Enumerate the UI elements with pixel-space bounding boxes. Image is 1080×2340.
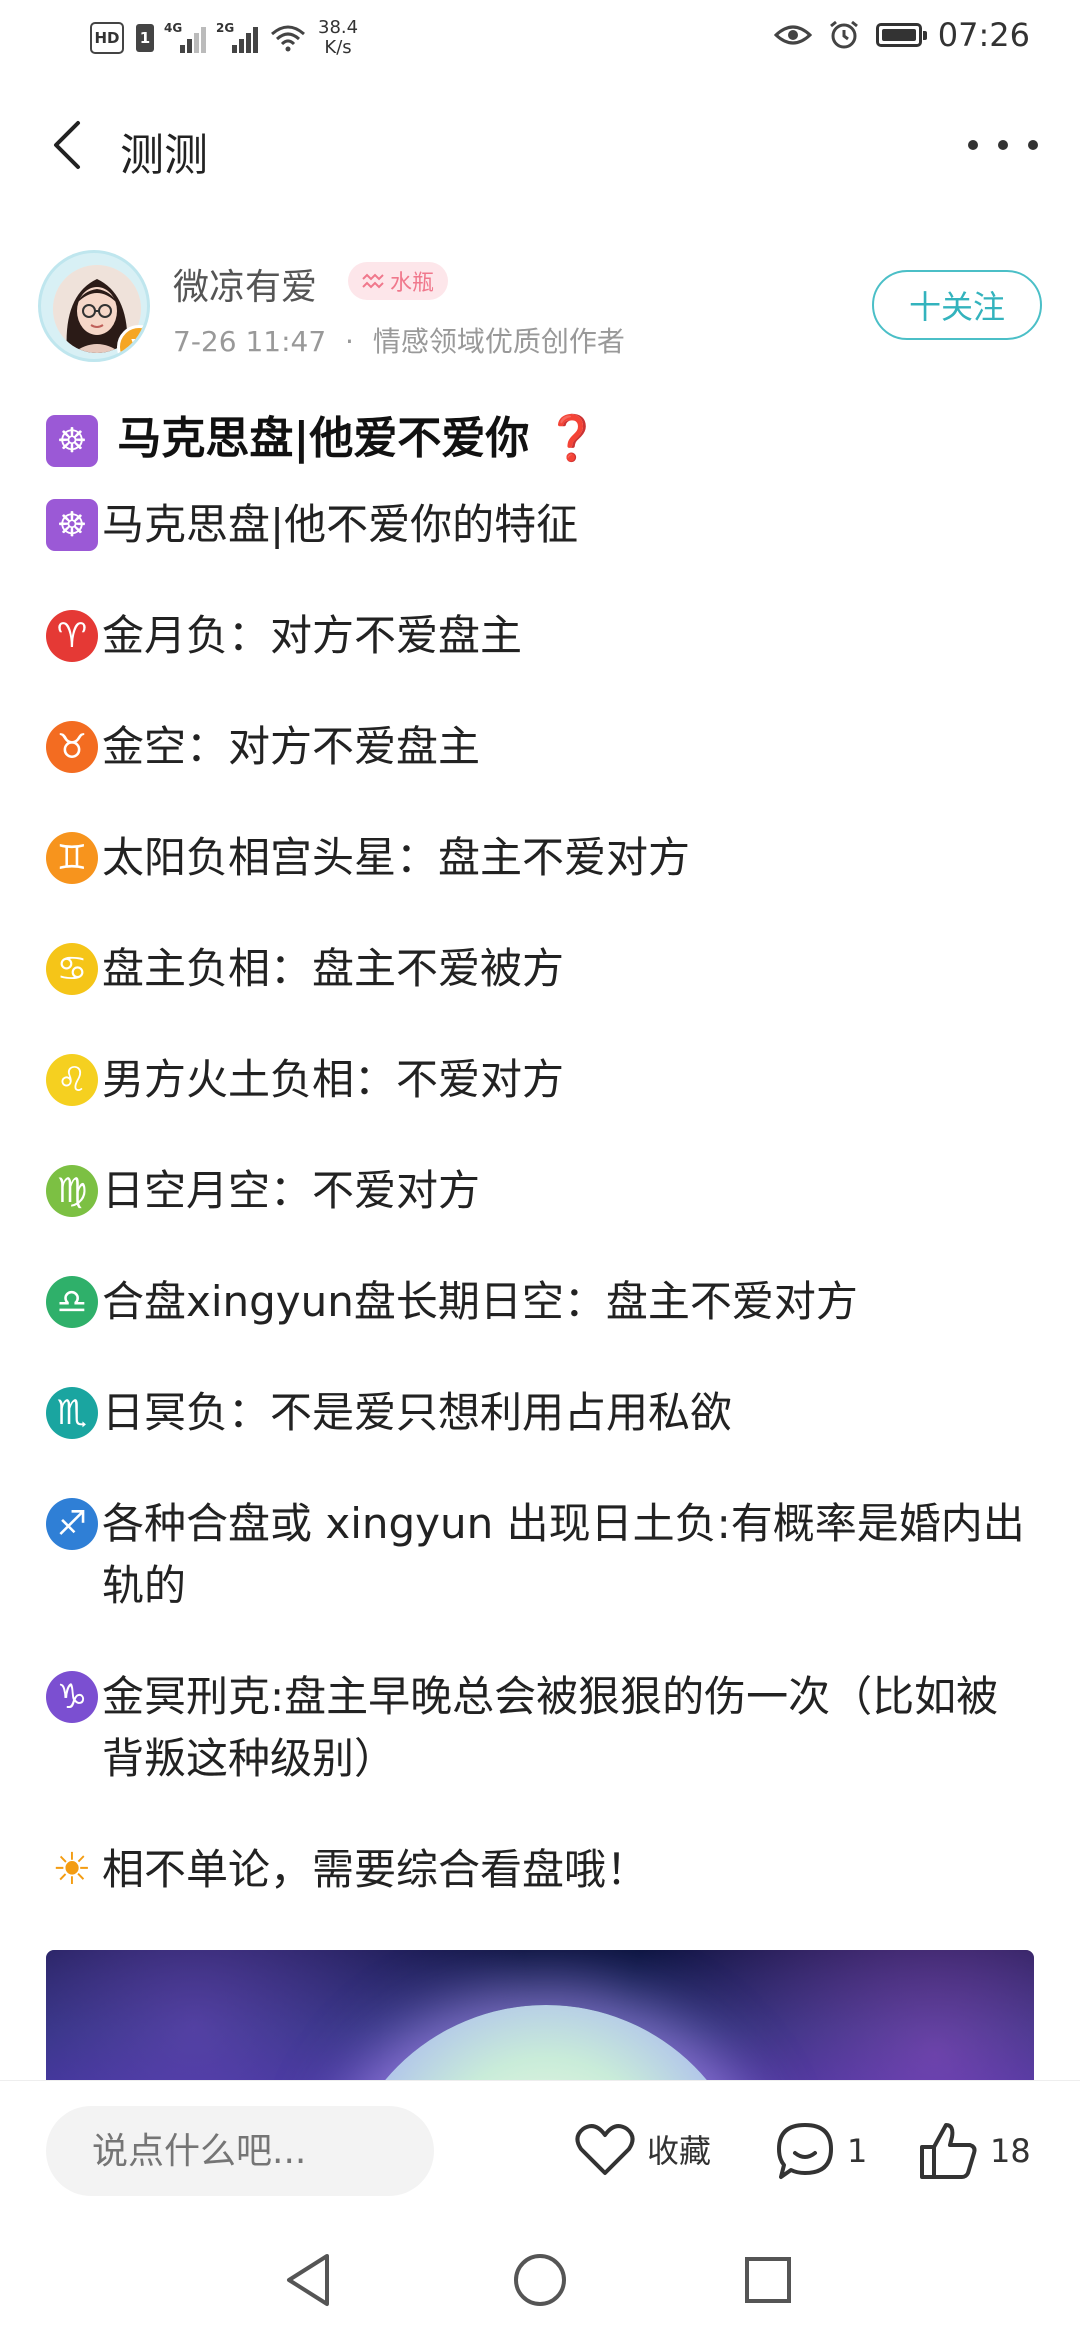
post-line: ♍ 日空月空：不爱对方	[46, 1160, 1036, 1222]
post-title: 马克思盘|他爱不爱你	[117, 413, 530, 464]
comment-count: 1	[847, 2132, 868, 2170]
like-button[interactable]: 18	[918, 2121, 1031, 2181]
sagittarius-icon: ♐	[46, 1498, 98, 1550]
meta-separator: ·	[345, 325, 354, 358]
author-meta: 7-26 11:47 · 情感领域优质创作者	[173, 320, 625, 360]
signal-4g-icon: 4G	[164, 21, 206, 53]
post-line: ☀ 相不单论，需要综合看盘哦！	[46, 1839, 1036, 1901]
aries-icon: ♈	[46, 610, 98, 662]
alarm-icon	[829, 20, 858, 49]
author-row: V 微凉有爱 水瓶 7-26 11:47 · 情感领域优质创作者 十关注	[38, 250, 1042, 365]
post-line: ♈ 金月负：对方不爱盘主	[46, 605, 1036, 667]
network-speed-value: 38.4	[318, 17, 359, 38]
post-line-text: 金空：对方不爱盘主	[102, 722, 481, 771]
post-line: ♌ 男方火土负相：不爱对方	[46, 1049, 1036, 1111]
top-bar: 测测	[0, 95, 1080, 195]
status-right: 07:26	[773, 16, 1030, 54]
author-role: 情感领域优质创作者	[372, 325, 625, 358]
like-count: 18	[990, 2132, 1031, 2170]
comment-icon	[777, 2123, 833, 2179]
post-line: ♊ 太阳负相宫头星：盘主不爱对方	[46, 827, 1036, 889]
system-nav-bar	[0, 2220, 1080, 2340]
scorpio-icon: ♏	[46, 1387, 98, 1439]
comment-button[interactable]: 1	[775, 2121, 867, 2181]
signal-4g-label: 4G	[164, 21, 183, 35]
clock: 07:26	[937, 16, 1030, 54]
nav-back-button[interactable]	[273, 2250, 343, 2310]
chevron-left-icon	[54, 121, 80, 169]
post-line: ♏ 日冥负：不是爱只想利用占用私欲	[46, 1382, 1036, 1444]
hd-icon: HD	[90, 22, 124, 54]
post-line-text: 盘主负相：盘主不爱被方	[102, 944, 565, 993]
square-recents-icon	[745, 2257, 791, 2303]
post-line-text: 日冥负：不是爱只想利用占用私欲	[102, 1388, 733, 1437]
wheel-icon: ☸	[46, 499, 98, 551]
sim-1-icon: 1	[136, 24, 154, 52]
post-line-text: 金月负：对方不爱盘主	[102, 611, 523, 660]
thumbs-up-icon	[920, 2123, 977, 2179]
libra-icon: ♎	[46, 1276, 98, 1328]
post-title-row: ☸ 马克思盘|他爱不爱你 ❓	[46, 402, 600, 467]
zodiac-tag-label: 水瓶	[390, 271, 435, 296]
battery-icon	[875, 23, 927, 47]
cancer-icon: ♋	[46, 943, 98, 995]
post-line-text: 各种合盘或 xingyun 出现日土负:有概率是婚内出轨的	[102, 1499, 1025, 1610]
heart-icon	[575, 2124, 635, 2175]
nav-home-button[interactable]	[505, 2250, 575, 2310]
post-line-text: 太阳负相宫头星：盘主不爱对方	[102, 833, 691, 882]
post-line-text: 马克思盘|他不爱你的特征	[102, 500, 579, 549]
more-dot-icon	[998, 140, 1008, 150]
back-button[interactable]	[42, 115, 102, 175]
avatar[interactable]: V	[38, 250, 150, 362]
zodiac-tag: 水瓶	[348, 262, 449, 300]
post-line-text: 相不单论，需要综合看盘哦！	[102, 1845, 649, 1894]
post-line-text: 金冥刑克:盘主早晚总会被狠狠的伤一次（比如被背叛这种级别）	[102, 1672, 999, 1783]
wifi-icon	[271, 25, 305, 52]
network-speed-unit: K/s	[324, 37, 352, 58]
post-line: ♎ 合盘xingyun盘长期日空：盘主不爱对方	[46, 1271, 1036, 1333]
author-name[interactable]: 微凉有爱	[173, 258, 317, 310]
post-line-text: 男方火土负相：不爱对方	[102, 1055, 565, 1104]
favorite-button[interactable]: 收藏	[575, 2121, 711, 2177]
page-title: 测测	[120, 130, 208, 181]
post-line: ♑ 金冥刑克:盘主早晚总会被狠狠的伤一次（比如被背叛这种级别）	[46, 1666, 1036, 1790]
more-dot-icon	[968, 140, 978, 150]
wheel-icon: ☸	[46, 415, 98, 467]
post-image[interactable]	[46, 1950, 1034, 2080]
eye-comfort-icon	[773, 25, 812, 45]
more-dot-icon	[1028, 140, 1038, 150]
follow-button[interactable]: 十关注	[872, 270, 1042, 340]
action-bar: 收藏 1 18	[0, 2080, 1080, 2221]
status-left: HD 1 4G 2G 38.4 K/s	[90, 18, 358, 58]
more-options-button[interactable]	[968, 115, 1038, 175]
comment-input[interactable]	[46, 2106, 434, 2196]
nav-recents-button[interactable]	[733, 2250, 803, 2310]
gemini-icon: ♊	[46, 832, 98, 884]
post-date: 7-26 11:47	[173, 325, 327, 358]
favorite-label: 收藏	[647, 2132, 712, 2170]
status-bar: HD 1 4G 2G 38.4 K/s 07:26	[0, 0, 1080, 80]
post-line: ♋ 盘主负相：盘主不爱被方	[46, 938, 1036, 1000]
capricorn-icon: ♑	[46, 1671, 98, 1723]
question-mark-icon: ❓	[544, 413, 600, 464]
virgo-icon: ♍	[46, 1165, 98, 1217]
post-line-text: 日空月空：不爱对方	[102, 1166, 481, 1215]
post-line: ☸ 马克思盘|他不爱你的特征	[46, 494, 1036, 556]
post-line: ♐ 各种合盘或 xingyun 出现日土负:有概率是婚内出轨的	[46, 1493, 1036, 1617]
aquarius-icon	[362, 273, 384, 289]
post-line: ♉ 金空：对方不爱盘主	[46, 716, 1036, 778]
leo-icon: ♌	[46, 1054, 98, 1106]
sun-icon: ☀	[52, 1844, 92, 1895]
signal-2g-icon: 2G	[216, 21, 258, 53]
circle-home-icon	[514, 2254, 566, 2306]
post-line-text: 合盘xingyun盘长期日空：盘主不爱对方	[102, 1277, 858, 1326]
signal-2g-label: 2G	[216, 21, 235, 35]
taurus-icon: ♉	[46, 721, 98, 773]
triangle-back-icon	[287, 2254, 329, 2306]
network-speed: 38.4 K/s	[318, 18, 358, 58]
